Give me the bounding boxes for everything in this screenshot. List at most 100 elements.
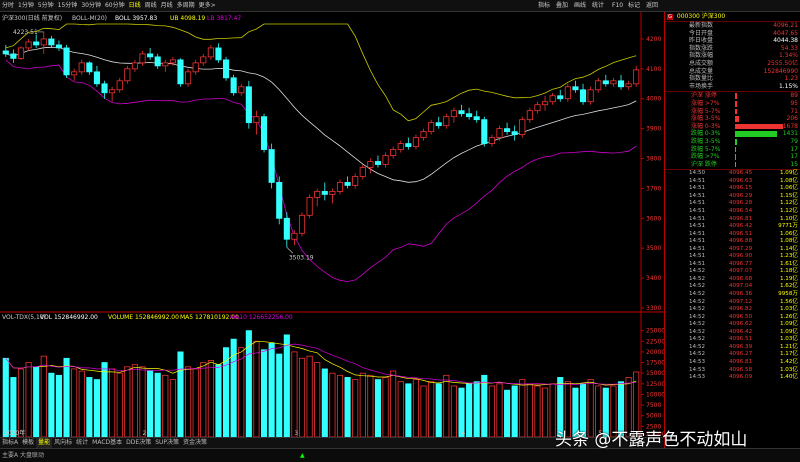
candle-body <box>450 110 457 118</box>
stat-value: 2555.50亿 <box>767 59 798 67</box>
volume-bar <box>359 372 366 437</box>
period-4[interactable]: 30分钟 <box>79 0 103 12</box>
tick-price: 4096.82 <box>729 306 753 313</box>
breadth-value: 1678 <box>782 122 798 130</box>
tab-2[interactable]: 量能 <box>36 438 53 448</box>
period-2[interactable]: 5分钟 <box>36 0 56 12</box>
low-mark-line <box>286 247 294 254</box>
candle-body <box>276 182 283 219</box>
chart-area[interactable]: 4200 4100 4000 3900 3800 3700 3600 3500 3400 3300… <box>0 12 664 448</box>
price-tick-label: 4100 <box>646 66 661 73</box>
tick-time: 14:51 <box>689 208 706 215</box>
toolbar-item-2[interactable]: 画线 <box>574 0 586 12</box>
tick-price: 4096.81 <box>729 215 753 222</box>
price-tick-label: 3800 <box>646 156 661 163</box>
period-9[interactable]: 多周期 <box>175 0 197 12</box>
period-0[interactable]: 分时 <box>0 0 16 12</box>
volume-bar <box>428 381 435 437</box>
candle-body <box>390 149 397 156</box>
price-tick-label: 3400 <box>646 275 661 282</box>
tick-row: 14:51 4096.42 9771万 <box>665 223 800 231</box>
candle-body <box>86 62 93 73</box>
stat-label: 市场换手 <box>689 82 714 90</box>
tab-4[interactable]: 统计 <box>74 438 90 448</box>
period-7[interactable]: 周线 <box>143 0 159 12</box>
tab-6[interactable]: DDE决策 <box>124 438 153 448</box>
breadth-bar <box>735 93 737 99</box>
tick-row: 14:53 4096.09 1.40亿 <box>665 374 800 382</box>
breadth-value: 17 <box>790 145 798 153</box>
breadth-bar <box>735 146 736 153</box>
breadth-row: 跌幅 >7% 17 <box>665 153 800 161</box>
vol-ma10: MA10 126652256.00 <box>230 314 293 321</box>
volume-bar <box>215 364 222 437</box>
tick-time: 14:51 <box>689 230 706 237</box>
stat-row: 总成交额 2555.50亿 <box>665 60 800 68</box>
breadth-label: 沪深 涨停 <box>691 92 717 100</box>
candle-body <box>162 62 169 67</box>
candle-body <box>10 53 17 59</box>
toolbar-item-6[interactable]: 返回 <box>646 0 658 12</box>
candle-body <box>473 116 480 121</box>
tick-row: 14:51 4096.88 1.08亿 <box>665 238 800 246</box>
breadth-row: 涨幅 0-3% 1678 <box>665 123 800 131</box>
stat-row: 指数量比 1.23 <box>665 75 800 83</box>
toolbar-item-5[interactable]: 标记 <box>628 0 640 12</box>
stat-value: 54.33 <box>780 44 798 52</box>
candle-body <box>298 214 306 234</box>
tick-time: 14:51 <box>689 253 706 260</box>
stat-value: 4047.65 <box>773 29 798 37</box>
candle-body <box>93 71 100 85</box>
toolbar-item-3[interactable]: 统计 <box>592 0 604 12</box>
index-name[interactable]: 沪深300 <box>702 13 725 20</box>
candle-body <box>139 53 146 64</box>
volume-bar <box>390 370 397 437</box>
period-10[interactable]: 更多> <box>197 0 218 12</box>
tab-0[interactable]: 指标A <box>0 438 20 448</box>
tick-price: 4096.54 <box>729 208 753 215</box>
tick-time: 14:51 <box>689 238 706 245</box>
volume-bar <box>25 362 32 437</box>
volume-bar <box>131 364 138 437</box>
tick-volume: 9771万 <box>778 223 798 230</box>
candle-body <box>344 182 351 186</box>
toolbar-item-1[interactable]: 叠加 <box>556 0 568 12</box>
tab-7[interactable]: SUP决策 <box>153 438 181 448</box>
toolbar-item-0[interactable]: 指标 <box>538 0 550 12</box>
period-6[interactable]: 日线 <box>127 0 143 12</box>
toolbar-item-4[interactable]: F10 <box>612 0 623 12</box>
period-3[interactable]: 15分钟 <box>56 0 80 12</box>
month-mark: 3 <box>294 430 298 437</box>
tick-volume: 1.03亿 <box>779 306 798 313</box>
tick-price: 4096.51 <box>729 230 753 237</box>
volume-bar <box>542 387 549 437</box>
volume-bar <box>48 372 55 437</box>
tick-time: 14:51 <box>689 245 706 252</box>
tab-5[interactable]: MACD基本 <box>90 438 124 448</box>
tick-price: 4096.09 <box>729 374 753 381</box>
tab-3[interactable]: 风向标 <box>52 438 74 448</box>
tab-8[interactable]: 资金决策 <box>181 438 209 448</box>
breadth-value: 71 <box>790 107 798 115</box>
period-1[interactable]: 1分钟 <box>16 0 36 12</box>
tick-time: 14:51 <box>689 215 706 222</box>
period-5[interactable]: 60分钟 <box>103 0 127 12</box>
volume-bar <box>329 372 336 437</box>
breadth-bar <box>735 116 739 122</box>
volume-bar <box>245 330 252 437</box>
tick-time: 14:50 <box>689 170 706 177</box>
volume-bar <box>17 368 25 437</box>
breadth-row: 涨幅 >7% 95 <box>665 100 800 108</box>
tab-1[interactable]: 模板 <box>20 438 36 448</box>
tick-volume: 1.06亿 <box>779 185 798 192</box>
index-code[interactable]: 000300 <box>677 13 700 20</box>
vol-tick-label: 22500 <box>646 338 664 345</box>
price-tick-label: 3500 <box>646 245 661 252</box>
stat-label: 最新指数 <box>689 22 714 29</box>
volume-bar <box>2 357 9 437</box>
candle-body <box>260 116 268 150</box>
candle-body <box>116 80 123 91</box>
candle-body <box>283 217 290 240</box>
kline-chart-svg[interactable]: 4200 4100 4000 3900 3800 3700 3600 3500 3400 3300… <box>0 12 664 437</box>
period-8[interactable]: 月线 <box>159 0 175 12</box>
